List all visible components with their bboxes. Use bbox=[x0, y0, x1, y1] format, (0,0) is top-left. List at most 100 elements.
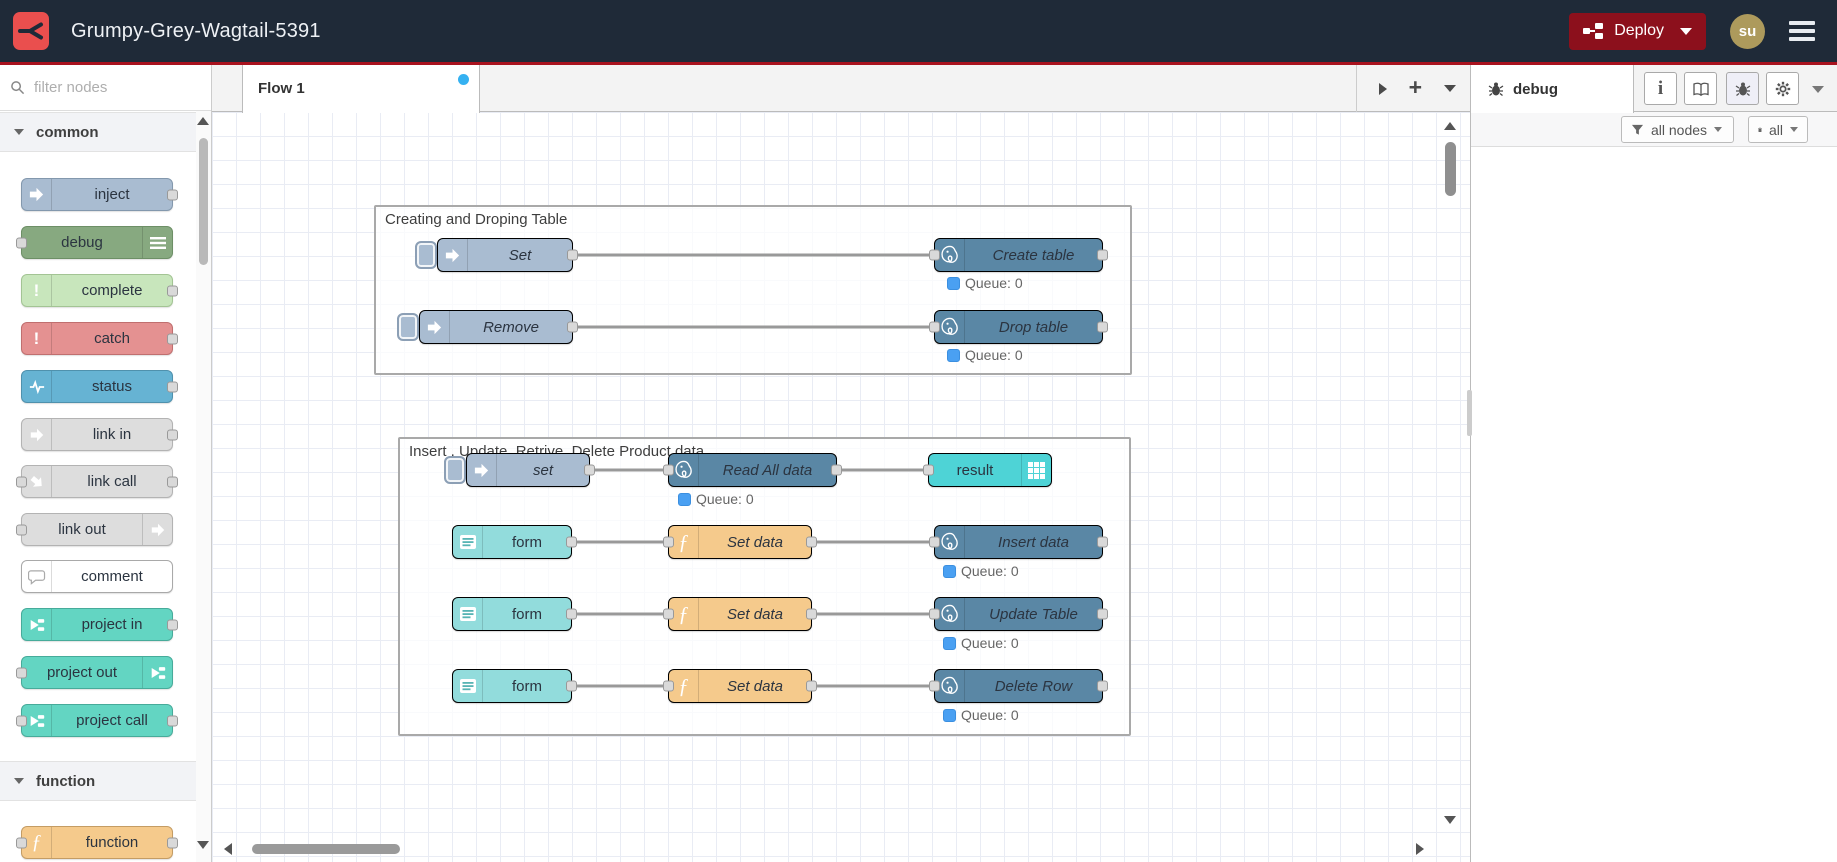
node-postgres-read-all-data[interactable]: Read All data bbox=[663, 453, 842, 487]
input-port[interactable] bbox=[663, 464, 674, 476]
palette-node-complete[interactable]: ! complete bbox=[21, 274, 178, 307]
inject-button[interactable] bbox=[444, 456, 466, 484]
tab-debug[interactable]: debug bbox=[1471, 65, 1634, 113]
output-port[interactable] bbox=[167, 429, 178, 440]
output-port[interactable] bbox=[1097, 249, 1108, 261]
node-function-set-data[interactable]: ƒ Set data bbox=[663, 525, 817, 559]
output-port[interactable] bbox=[1097, 680, 1108, 692]
output-port[interactable] bbox=[167, 715, 178, 726]
input-port[interactable] bbox=[663, 608, 674, 620]
output-port[interactable] bbox=[1097, 608, 1108, 620]
canvas-horizontal-scrollbar[interactable] bbox=[220, 841, 1442, 857]
node-inject-set[interactable]: Set bbox=[437, 238, 578, 272]
output-port[interactable] bbox=[167, 189, 178, 200]
palette-node-project-in[interactable]: project in bbox=[21, 608, 178, 641]
output-port[interactable] bbox=[806, 536, 817, 548]
node-inject-remove[interactable]: Remove bbox=[419, 310, 578, 344]
output-port[interactable] bbox=[167, 333, 178, 344]
output-port[interactable] bbox=[167, 285, 178, 296]
output-port[interactable] bbox=[806, 680, 817, 692]
node-inject-set-lower[interactable]: set bbox=[466, 453, 595, 487]
palette-node-catch[interactable]: ! catch bbox=[21, 322, 178, 355]
output-port[interactable] bbox=[167, 476, 178, 487]
input-port[interactable] bbox=[16, 237, 27, 248]
sidebar-resize-handle[interactable] bbox=[1467, 390, 1472, 436]
node-form[interactable]: form bbox=[452, 525, 577, 559]
inject-button[interactable] bbox=[397, 313, 419, 341]
input-port[interactable] bbox=[16, 524, 27, 535]
output-port[interactable] bbox=[566, 608, 577, 620]
debug-messages-button[interactable] bbox=[1726, 72, 1759, 105]
palette-node-link-call[interactable]: link call bbox=[16, 465, 178, 498]
input-port[interactable] bbox=[929, 608, 940, 620]
output-port[interactable] bbox=[167, 837, 178, 848]
info-button[interactable]: i bbox=[1644, 72, 1677, 105]
clear-all-button[interactable]: all bbox=[1748, 116, 1808, 143]
scrollbar-thumb[interactable] bbox=[252, 844, 400, 854]
output-port[interactable] bbox=[566, 536, 577, 548]
input-port[interactable] bbox=[16, 715, 27, 726]
palette-node-comment[interactable]: comment bbox=[21, 560, 173, 593]
canvas-vertical-scrollbar[interactable] bbox=[1443, 116, 1458, 858]
palette-node-function[interactable]: ƒ function bbox=[16, 826, 178, 859]
output-port[interactable] bbox=[567, 249, 578, 261]
palette-node-project-call[interactable]: project call bbox=[16, 704, 178, 737]
output-port[interactable] bbox=[584, 464, 595, 476]
output-port[interactable] bbox=[1097, 536, 1108, 548]
input-port[interactable] bbox=[16, 837, 27, 848]
tab-list-caret[interactable] bbox=[1444, 85, 1456, 92]
scrollbar-thumb[interactable] bbox=[1445, 142, 1456, 196]
user-avatar[interactable]: su bbox=[1730, 13, 1765, 49]
node-form[interactable]: form bbox=[452, 669, 577, 703]
app-logo[interactable] bbox=[13, 12, 49, 50]
main-menu-icon[interactable] bbox=[1789, 21, 1815, 41]
scroll-right-icon[interactable] bbox=[1416, 843, 1424, 855]
node-postgres-create-table[interactable]: Create table bbox=[929, 238, 1108, 272]
palette-node-debug[interactable]: debug bbox=[16, 226, 173, 259]
node-postgres-drop-table[interactable]: Drop table bbox=[929, 310, 1108, 344]
palette-node-inject[interactable]: inject bbox=[21, 178, 178, 211]
node-result-table[interactable]: result bbox=[923, 453, 1052, 487]
palette-node-link-out[interactable]: link out bbox=[16, 513, 173, 546]
deploy-options-caret[interactable] bbox=[1680, 27, 1692, 35]
scrollbar-thumb[interactable] bbox=[199, 138, 208, 265]
node-form[interactable]: form bbox=[452, 597, 577, 631]
tab-flow-1[interactable]: Flow 1 bbox=[242, 65, 480, 113]
input-port[interactable] bbox=[929, 680, 940, 692]
scroll-up-icon[interactable] bbox=[1444, 122, 1456, 130]
scroll-up-icon[interactable] bbox=[197, 117, 209, 125]
help-button[interactable] bbox=[1684, 72, 1717, 105]
output-port[interactable] bbox=[806, 608, 817, 620]
input-port[interactable] bbox=[929, 321, 940, 333]
palette-node-status[interactable]: status bbox=[21, 370, 178, 403]
flow-canvas[interactable]: Creating and Droping Table Insert , Upda… bbox=[212, 112, 1470, 862]
input-port[interactable] bbox=[929, 536, 940, 548]
node-postgres-update-table[interactable]: Update Table bbox=[929, 597, 1108, 631]
node-postgres-insert-data[interactable]: Insert data bbox=[929, 525, 1108, 559]
output-port[interactable] bbox=[167, 381, 178, 392]
input-port[interactable] bbox=[16, 667, 27, 678]
input-port[interactable] bbox=[929, 249, 940, 261]
palette-node-link-in[interactable]: link in bbox=[21, 418, 178, 451]
output-port[interactable] bbox=[167, 619, 178, 630]
palette-node-project-out[interactable]: project out bbox=[16, 656, 173, 689]
output-port[interactable] bbox=[831, 464, 842, 476]
input-port[interactable] bbox=[923, 464, 934, 476]
scroll-down-icon[interactable] bbox=[1444, 816, 1456, 824]
scroll-down-icon[interactable] bbox=[197, 841, 209, 849]
palette-category-common[interactable]: common bbox=[0, 112, 196, 152]
output-port[interactable] bbox=[567, 321, 578, 333]
deploy-button[interactable]: Deploy bbox=[1569, 12, 1706, 50]
filter-nodes-input[interactable] bbox=[32, 78, 182, 97]
settings-button[interactable] bbox=[1766, 72, 1799, 105]
input-port[interactable] bbox=[663, 536, 674, 548]
sidebar-options-caret[interactable] bbox=[1812, 86, 1824, 93]
node-postgres-delete-row[interactable]: Delete Row bbox=[929, 669, 1108, 703]
output-port[interactable] bbox=[566, 680, 577, 692]
scroll-left-icon[interactable] bbox=[224, 843, 232, 855]
add-flow-button[interactable]: + bbox=[1409, 75, 1422, 99]
palette-scrollbar[interactable] bbox=[196, 111, 211, 862]
tab-scroll-right-icon[interactable] bbox=[1378, 82, 1387, 95]
filter-all-nodes-button[interactable]: all nodes bbox=[1621, 116, 1734, 143]
palette-category-function[interactable]: function bbox=[0, 761, 196, 801]
